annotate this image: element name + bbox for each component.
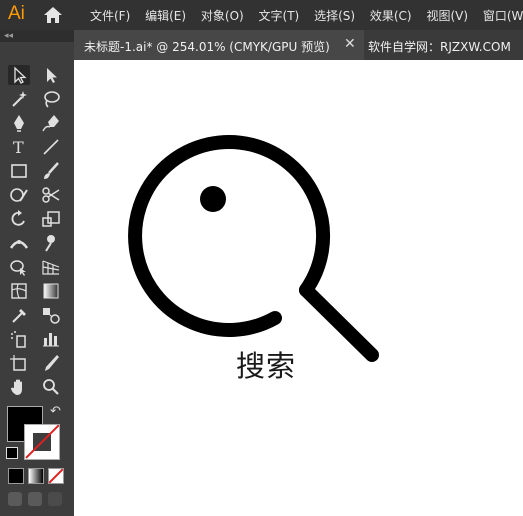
artwork-caption: 搜索 (236, 349, 297, 383)
search-ring-icon (128, 135, 331, 337)
search-highlight-dot (200, 186, 226, 212)
canvas-artwork (128, 135, 379, 362)
search-handle-icon (299, 283, 379, 362)
